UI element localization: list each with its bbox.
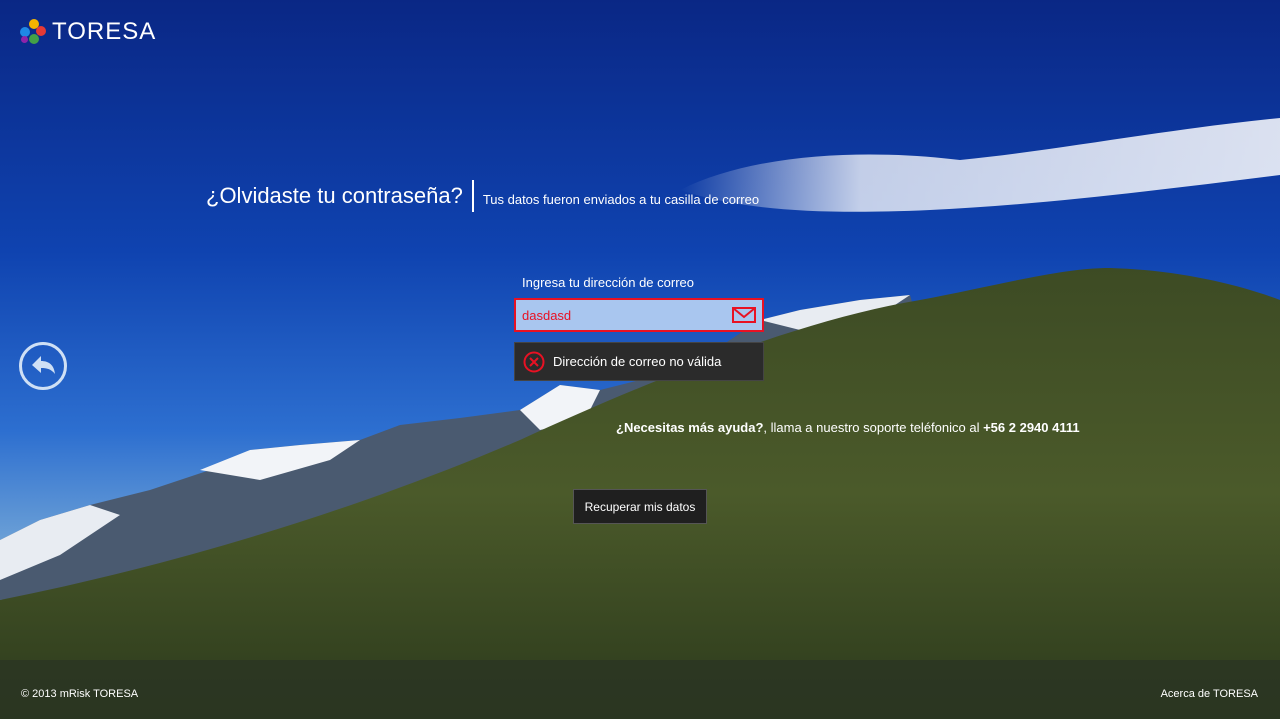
email-input[interactable]: [516, 299, 730, 331]
error-circle-icon: [523, 351, 545, 372]
email-field-wrapper: [514, 298, 764, 332]
page-subtitle: Tus datos fueron enviados a tu casilla d…: [482, 191, 760, 207]
help-prefix: ¿Necesitas más ayuda?: [616, 420, 764, 435]
email-label: Ingresa tu dirección de correo: [522, 275, 694, 290]
page-header: ¿Olvidaste tu contraseña? Tus datos fuer…: [206, 180, 759, 212]
back-button[interactable]: [18, 341, 68, 391]
title-divider: [471, 180, 474, 212]
help-text: ¿Necesitas más ayuda?, llama a nuestro s…: [616, 420, 1080, 435]
recover-data-button[interactable]: Recuperar mis datos: [573, 489, 707, 524]
mail-icon: [730, 305, 758, 325]
help-middle: , llama a nuestro soporte teléfonico al: [763, 420, 984, 435]
toresa-logo: TORESA: [20, 18, 156, 46]
logo-dots-icon: [20, 19, 46, 45]
error-message: Dirección de correo no válida: [553, 354, 722, 369]
copyright-text: © 2013 mRisk TORESA: [21, 688, 139, 700]
support-phone: +56 2 2940 4111: [983, 420, 1080, 435]
back-arrow-icon: [19, 342, 67, 390]
about-link[interactable]: Acerca de TORESA: [1161, 688, 1258, 700]
logo-text: TORESA: [52, 18, 157, 45]
page-title: ¿Olvidaste tu contraseña?: [206, 183, 463, 208]
validation-error-tooltip: Dirección de correo no válida: [514, 342, 764, 381]
